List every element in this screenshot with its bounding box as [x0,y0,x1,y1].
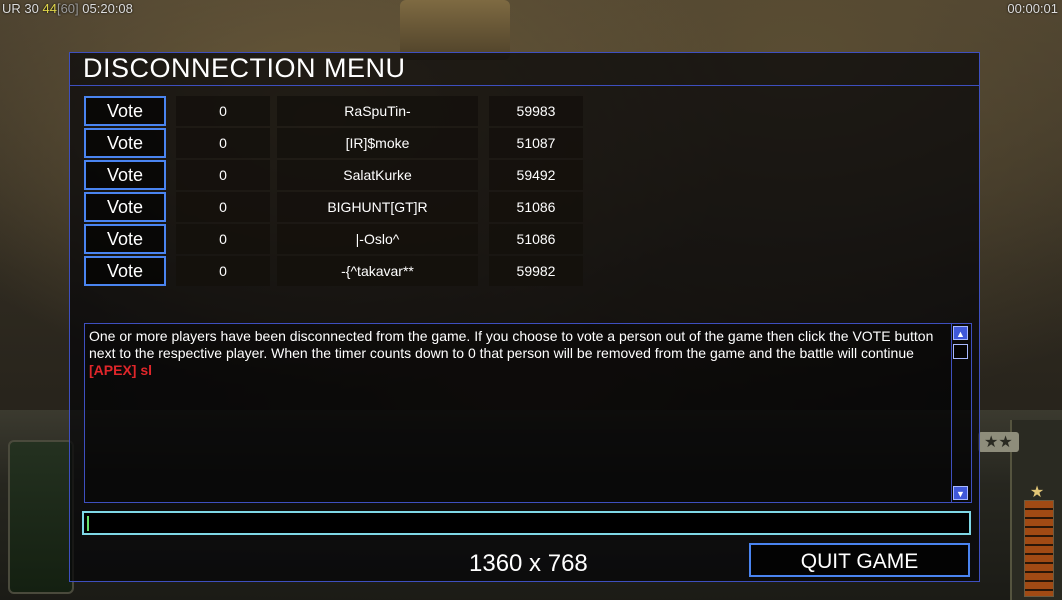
game-timer: 00:00:01 [1007,1,1058,16]
scrollbar[interactable]: ▲ ▼ [951,324,970,502]
player-name: |-Oslo^ [277,224,478,254]
text-caret [87,516,89,531]
hud-radar-panel [8,440,74,594]
player-value: 59982 [489,256,583,286]
chat-message: [APEX] sl [89,362,153,378]
vote-count: 0 [176,128,270,158]
system-message: One or more players have been disconnect… [89,328,934,361]
vote-button[interactable]: Vote [84,224,166,254]
vote-button[interactable]: Vote [84,128,166,158]
player-name: BIGHUNT[GT]R [277,192,478,222]
vote-button[interactable]: Vote [84,96,166,126]
background-building [400,0,510,60]
player-value: 59492 [489,160,583,190]
player-value: 51086 [489,224,583,254]
scroll-down-icon[interactable]: ▼ [953,486,968,500]
vote-count: 0 [176,256,270,286]
vote-count: 0 [176,160,270,190]
player-value: 51087 [489,128,583,158]
player-value: 51086 [489,192,583,222]
player-name: -{^takavar** [277,256,478,286]
disconnection-dialog: DISCONNECTION MENU Vote 0 RaSpuTin- 5998… [69,52,980,582]
quit-game-button[interactable]: QUIT GAME [749,543,970,577]
stat-c: [60] [56,1,79,16]
title-divider [70,85,979,86]
player-name: [IR]$moke [277,128,478,158]
vote-button[interactable]: Vote [84,160,166,190]
message-log[interactable]: One or more players have been disconnect… [84,323,972,503]
power-meter [1024,500,1054,597]
dialog-title: DISCONNECTION MENU [83,53,406,83]
scroll-up-icon[interactable]: ▲ [953,326,968,340]
vote-button[interactable]: Vote [84,256,166,286]
scroll-thumb[interactable] [953,344,968,359]
clock: 05:20:08 [82,1,133,16]
message-text-block: One or more players have been disconnect… [89,328,951,379]
stat-prefix: UR [2,1,21,16]
stat-b: 44 [42,1,57,16]
player-name: RaSpuTin- [277,96,478,126]
resolution-label: 1360 x 768 [469,550,588,577]
player-name: SalatKurke [277,160,478,190]
vote-count: 0 [176,224,270,254]
stats-overlay: UR 30 44[60] 05:20:08 [2,1,133,16]
player-value: 59983 [489,96,583,126]
vote-button[interactable]: Vote [84,192,166,222]
chat-input[interactable] [82,511,971,535]
vote-count: 0 [176,96,270,126]
vote-count: 0 [176,192,270,222]
stat-a: 30 [24,1,39,16]
general-stars-icon: ★★ [978,432,1019,452]
